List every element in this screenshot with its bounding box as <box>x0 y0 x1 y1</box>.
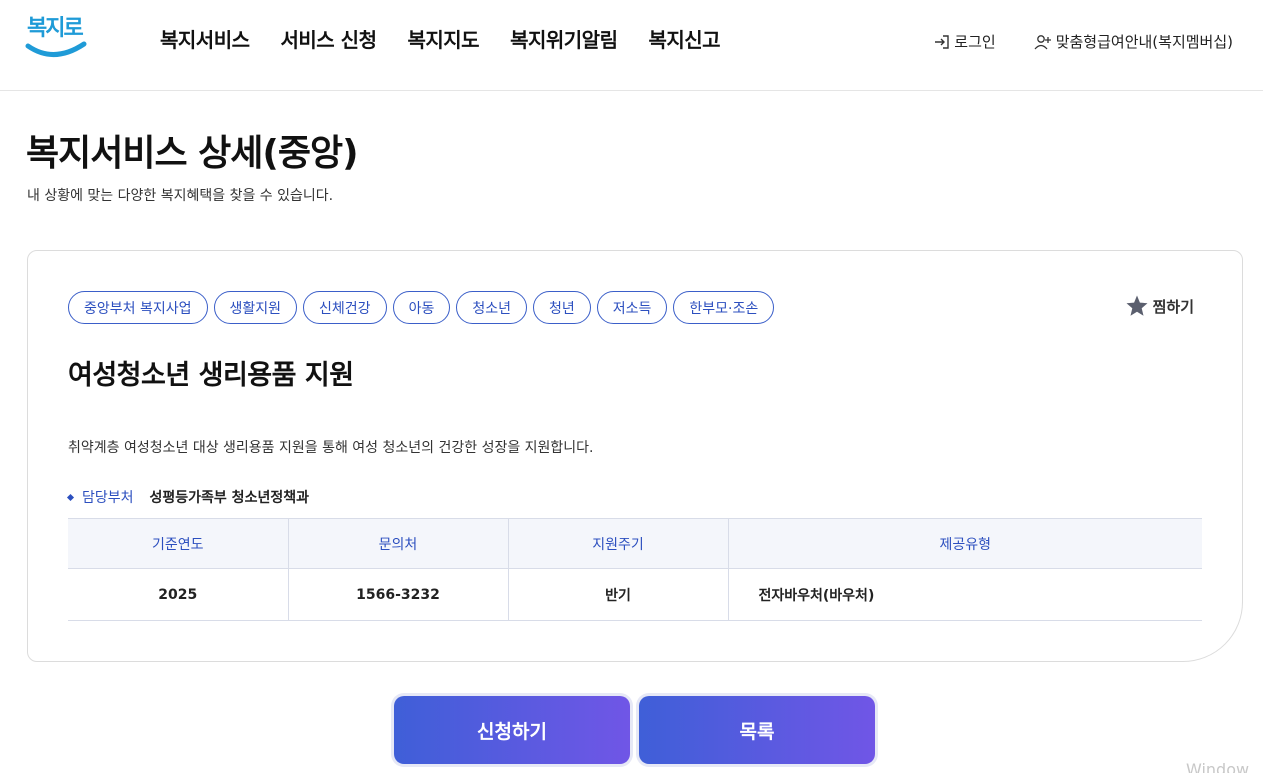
tag-single-parent[interactable]: 한부모·조손 <box>673 291 775 324</box>
user-plus-icon <box>1034 34 1051 49</box>
apply-button[interactable]: 신청하기 <box>394 696 630 764</box>
cell-base-year: 2025 <box>68 568 288 621</box>
login-label: 로그인 <box>954 33 996 51</box>
nav-welfare-report[interactable]: 복지신고 <box>648 24 720 53</box>
tag-low-income[interactable]: 저소득 <box>596 291 668 324</box>
diamond-bullet-icon <box>66 493 75 501</box>
tag-young-adults[interactable]: 청년 <box>532 291 591 324</box>
login-link[interactable]: 로그인 <box>934 31 996 52</box>
header-support-cycle: 지원주기 <box>507 518 728 569</box>
table-row: 2025 1566-3232 반기 전자바우처(바우처) <box>68 568 1202 621</box>
site-logo[interactable]: 복지로 <box>24 8 88 64</box>
action-buttons: 신청하기 목록 <box>394 696 875 764</box>
nav-welfare-map[interactable]: 복지지도 <box>407 24 479 53</box>
membership-link[interactable]: 맞춤형급여안내(복지멤버십) <box>1034 31 1233 52</box>
nav-crisis-alert[interactable]: 복지위기알림 <box>510 24 618 53</box>
membership-label: 맞춤형급여안내(복지멤버십) <box>1055 33 1233 51</box>
nav-service-apply[interactable]: 서비스 신청 <box>281 24 377 53</box>
header-contact: 문의처 <box>287 518 508 569</box>
service-detail-card: 중앙부처 복지사업 생활지원 신체건강 아동 청소년 청년 저소득 한부모·조손… <box>27 250 1243 662</box>
site-header: 복지로 복지서비스 서비스 신청 복지지도 복지위기알림 복지신고 로그인 맞춤… <box>0 0 1263 91</box>
service-tags: 중앙부처 복지사업 생활지원 신체건강 아동 청소년 청년 저소득 한부모·조손 <box>68 291 780 324</box>
tag-living-support[interactable]: 생활지원 <box>213 291 298 324</box>
nav-welfare-service[interactable]: 복지서비스 <box>160 24 250 53</box>
cell-support-cycle: 반기 <box>507 568 728 621</box>
cell-contact: 1566-3232 <box>287 568 508 621</box>
header-provision-type: 제공유형 <box>727 518 1202 569</box>
page-description: 내 상황에 맞는 다양한 복지혜택을 찾을 수 있습니다. <box>27 188 334 204</box>
service-title: 여성청소년 생리용품 지원 <box>68 360 354 391</box>
cell-provision-type: 전자바우처(바우처) <box>727 568 1202 621</box>
favorite-button[interactable]: 찜하기 <box>1125 294 1194 318</box>
tag-youth[interactable]: 청소년 <box>456 291 527 324</box>
favorite-label: 찜하기 <box>1152 297 1194 316</box>
list-button[interactable]: 목록 <box>639 696 875 764</box>
service-info-table: 기준연도 문의처 지원주기 제공유형 2025 1566-3232 반기 전자바… <box>68 518 1202 621</box>
logo-smile-icon <box>25 41 87 57</box>
service-description: 취약계층 여성청소년 대상 생리용품 지원을 통해 여성 청소년의 건강한 성장… <box>68 440 594 456</box>
department-value: 성평등가족부 청소년정책과 <box>149 490 309 506</box>
login-icon <box>935 34 949 49</box>
page-title: 복지서비스 상세(중앙) <box>26 133 359 174</box>
main-nav: 복지서비스 서비스 신청 복지지도 복지위기알림 복지신고 <box>160 24 751 53</box>
tag-physical-health[interactable]: 신체건강 <box>303 291 387 324</box>
star-icon <box>1126 295 1148 316</box>
os-watermark: Window <box>1186 760 1250 773</box>
utility-menu: 로그인 맞춤형급여안내(복지멤버십) <box>934 31 1233 52</box>
department-info: 담당부처 성평등가족부 청소년정책과 <box>66 487 309 507</box>
tag-children[interactable]: 아동 <box>392 291 451 324</box>
header-base-year: 기준연도 <box>68 518 288 569</box>
department-label: 담당부처 <box>82 490 134 506</box>
table-header-row: 기준연도 문의처 지원주기 제공유형 <box>68 518 1202 569</box>
tag-central-ministry[interactable]: 중앙부처 복지사업 <box>68 291 208 324</box>
